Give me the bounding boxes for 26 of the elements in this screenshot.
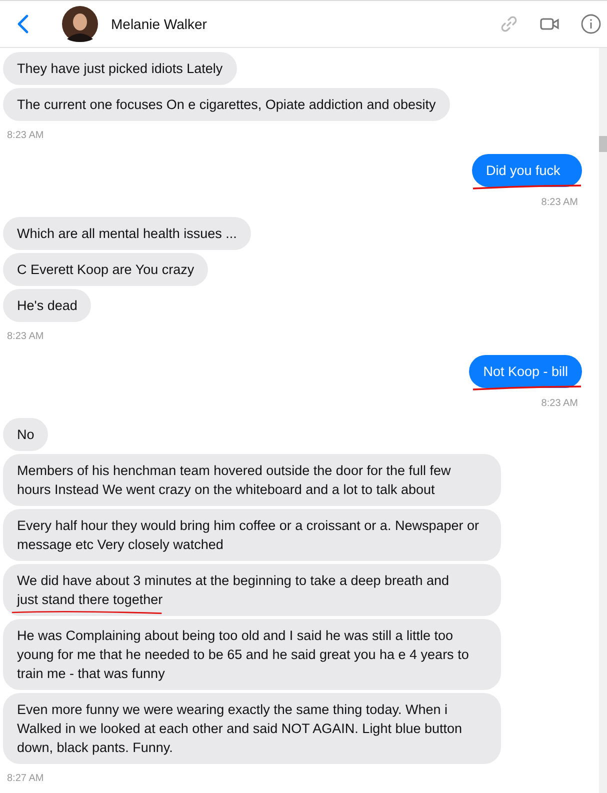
message-bubble: Members of his henchman team hovered outside the door for the full few hours Instead We went crazy on the whiteboard and a lot to talk about	[3, 454, 501, 506]
message-bubble: Which are all mental health issues ...	[3, 217, 251, 250]
timestamp: 8:23 AM	[7, 130, 44, 141]
video-camera-icon[interactable]	[540, 17, 559, 31]
message-bubble: Not Koop - bill	[469, 355, 582, 388]
info-icon[interactable]	[581, 14, 601, 34]
message-bubble: He was Complaining about being too old and I said he was still a little too young for me that he needed to be 65 and he said great you ha e 4 years to train me - that was funny	[3, 619, 501, 690]
message-bubble: C Everett Koop are You crazy	[3, 253, 208, 286]
message-bubble: No	[3, 418, 48, 451]
message-bubble: He's dead	[3, 289, 92, 322]
message-bubble: The current one focuses On e cigarettes, Opiate addiction and obesity	[3, 88, 450, 121]
timestamp: 8:23 AM	[541, 197, 578, 208]
message-bubble: Did you fuck	[472, 154, 582, 187]
timestamp: 8:23 AM	[7, 331, 44, 342]
message-bubble: We did have about 3 minutes at the beginning to take a deep breath and just stand there together	[3, 564, 501, 616]
back-icon[interactable]	[17, 14, 29, 34]
message-bubble: They have just picked idiots Lately	[3, 52, 237, 85]
scrollbar[interactable]	[599, 48, 607, 793]
scroll-thumb[interactable]	[599, 136, 607, 152]
avatar-icon[interactable]	[62, 6, 98, 42]
timestamp: 8:27 AM	[7, 773, 44, 784]
message-underlined-part: just stand there together	[17, 592, 163, 607]
timestamp: 8:23 AM	[541, 398, 578, 409]
message-bubble: Even more funny we were wearing exactly the same thing today. When i Walked in we looked at each other and said NOT AGAIN. Light blue button down, black pants. Funny.	[3, 693, 501, 764]
contact-name: Melanie Walker	[111, 16, 207, 32]
message-bubble: Every half hour they would bring him coffee or a croissant or a. Newspaper or message etc Very closely watched	[3, 509, 501, 561]
